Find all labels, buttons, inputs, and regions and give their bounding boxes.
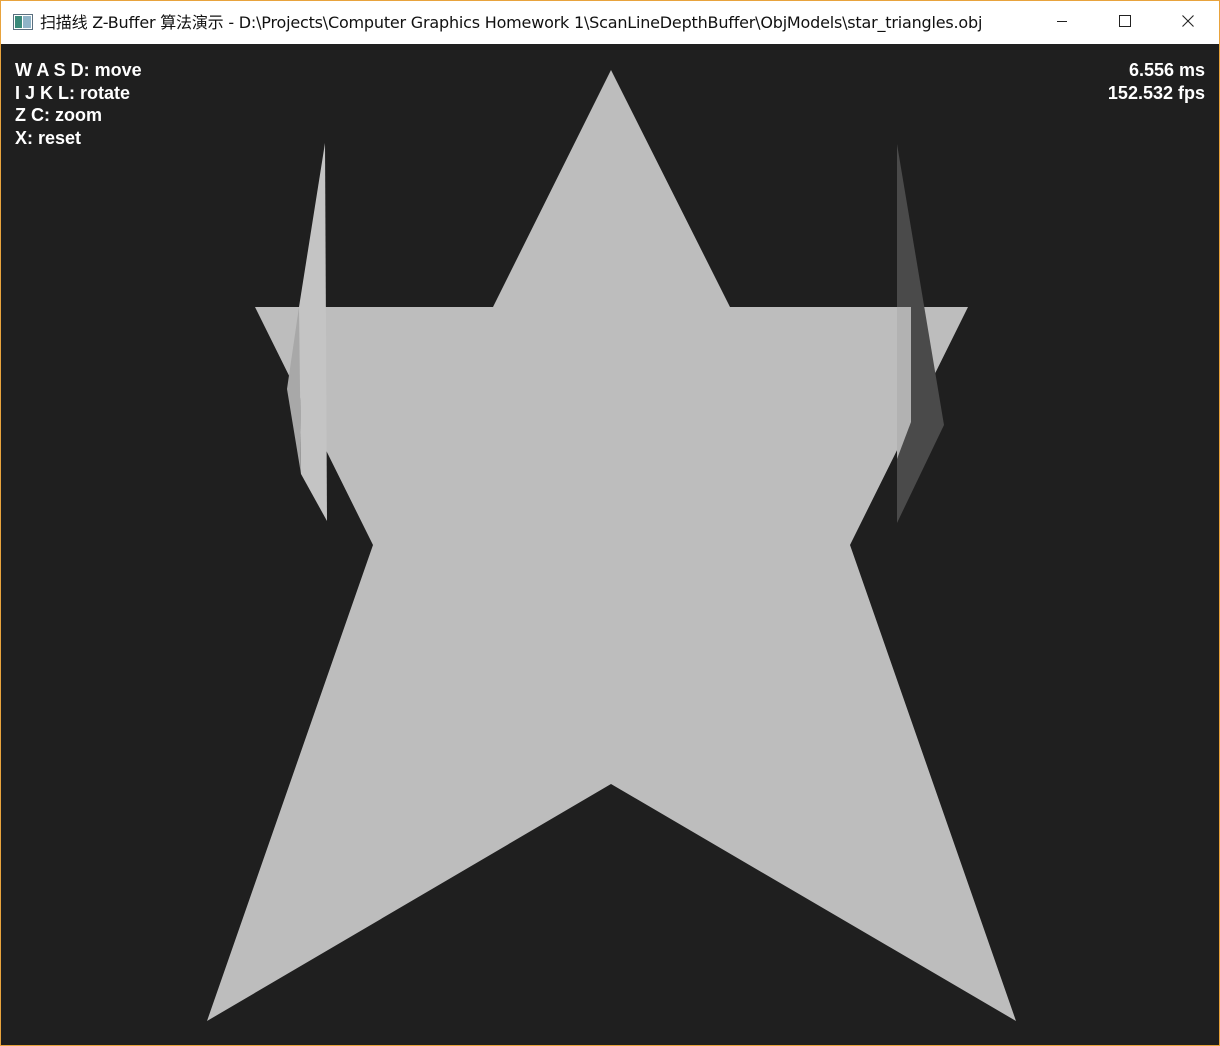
help-zoom: Z C: zoom (15, 105, 102, 125)
minimize-button[interactable] (1031, 1, 1093, 44)
frame-time: 6.556 ms (1128, 60, 1205, 80)
star-left-edge-face (299, 143, 327, 521)
controls-help: W A S D: move I J K L: rotate Z C: zoom … (15, 59, 142, 149)
star-main-face (207, 70, 1016, 1021)
render-viewport[interactable]: W A S D: move I J K L: rotate Z C: zoom … (1, 44, 1219, 1045)
star-model (207, 70, 1016, 1021)
title-bar[interactable]: 扫描线 Z-Buffer 算法演示 - D:\Projects\Computer… (1, 1, 1219, 44)
help-rotate: I J K L: rotate (15, 82, 131, 103)
fps-counter: 152.532 fps (1107, 82, 1205, 103)
performance-stats: 6.556 ms 152.532 fps (1108, 59, 1205, 104)
window-title: 扫描线 Z-Buffer 算法演示 - D:\Projects\Computer… (40, 13, 983, 32)
help-reset: X: reset (15, 127, 82, 148)
close-icon (1182, 14, 1194, 32)
help-move: W A S D: move (15, 60, 142, 80)
close-button[interactable] (1157, 1, 1219, 44)
app-window-icon (13, 14, 33, 30)
maximize-icon (1119, 14, 1131, 32)
app-window: 扫描线 Z-Buffer 算法演示 - D:\Projects\Computer… (0, 0, 1220, 1046)
minimize-icon (1056, 14, 1068, 32)
maximize-button[interactable] (1094, 1, 1156, 44)
